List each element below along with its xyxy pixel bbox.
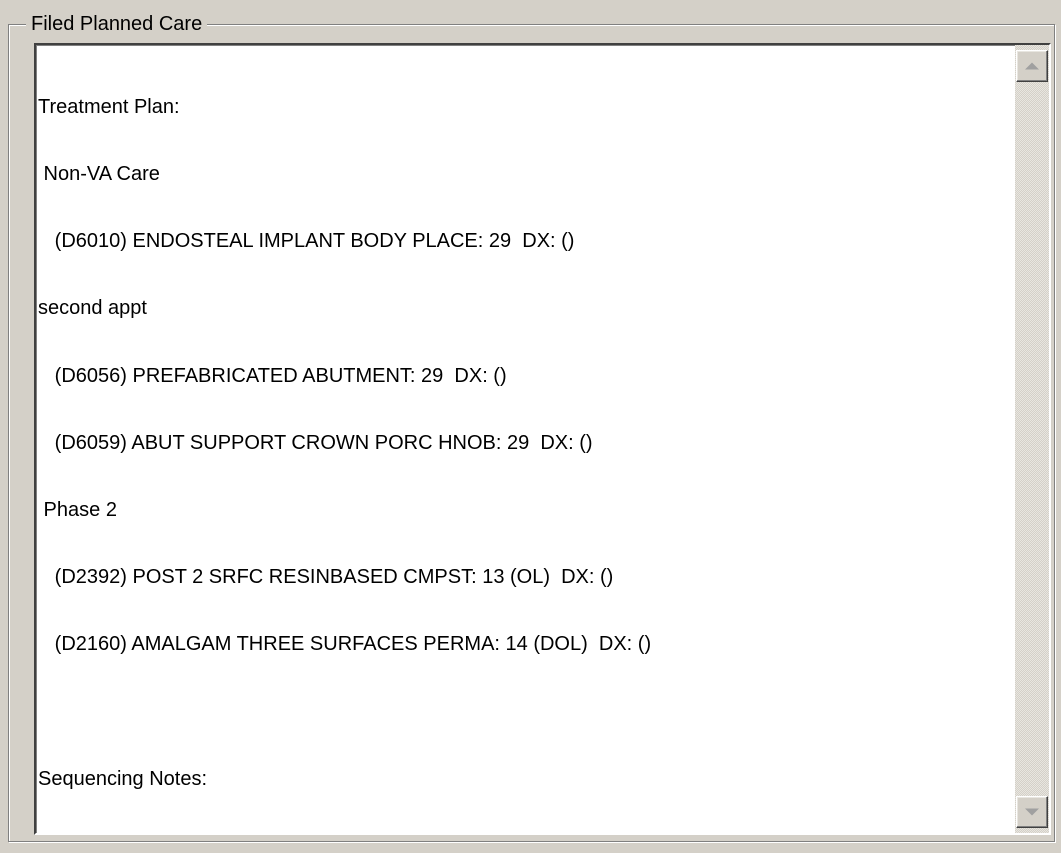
vertical-scrollbar[interactable] bbox=[1015, 45, 1049, 833]
memo-line: (D6010) ENDOSTEAL IMPLANT BODY PLACE: 29… bbox=[38, 230, 575, 253]
memo-line bbox=[38, 701, 1013, 723]
memo-line: Phase 2 bbox=[38, 499, 117, 522]
arrow-up-icon bbox=[1025, 62, 1039, 70]
planned-care-memo[interactable]: Treatment Plan: Non-VA Care (D6010) ENDO… bbox=[34, 43, 1051, 835]
memo-text: Treatment Plan: Non-VA Care (D6010) ENDO… bbox=[38, 51, 1013, 833]
memo-line: Non-VA Care bbox=[38, 163, 160, 186]
memo-line: second appt bbox=[38, 297, 147, 320]
memo-line: Sequencing Notes: bbox=[38, 767, 208, 790]
memo-line: (D2392) POST 2 SRFC RESINBASED CMPST: 13… bbox=[38, 566, 614, 589]
memo-line: (D6059) ABUT SUPPORT CROWN PORC HNOB: 29… bbox=[38, 431, 593, 454]
scroll-down-button[interactable] bbox=[1016, 796, 1048, 828]
memo-line: (D2160) AMALGAM THREE SURFACES PERMA: 14… bbox=[38, 633, 652, 656]
scroll-up-button[interactable] bbox=[1016, 50, 1048, 82]
arrow-down-icon bbox=[1025, 808, 1039, 816]
memo-line: (D6056) PREFABRICATED ABUTMENT: 29 DX: (… bbox=[38, 364, 507, 387]
memo-line: Treatment Plan: bbox=[38, 95, 180, 118]
group-title: Filed Planned Care bbox=[26, 12, 208, 36]
